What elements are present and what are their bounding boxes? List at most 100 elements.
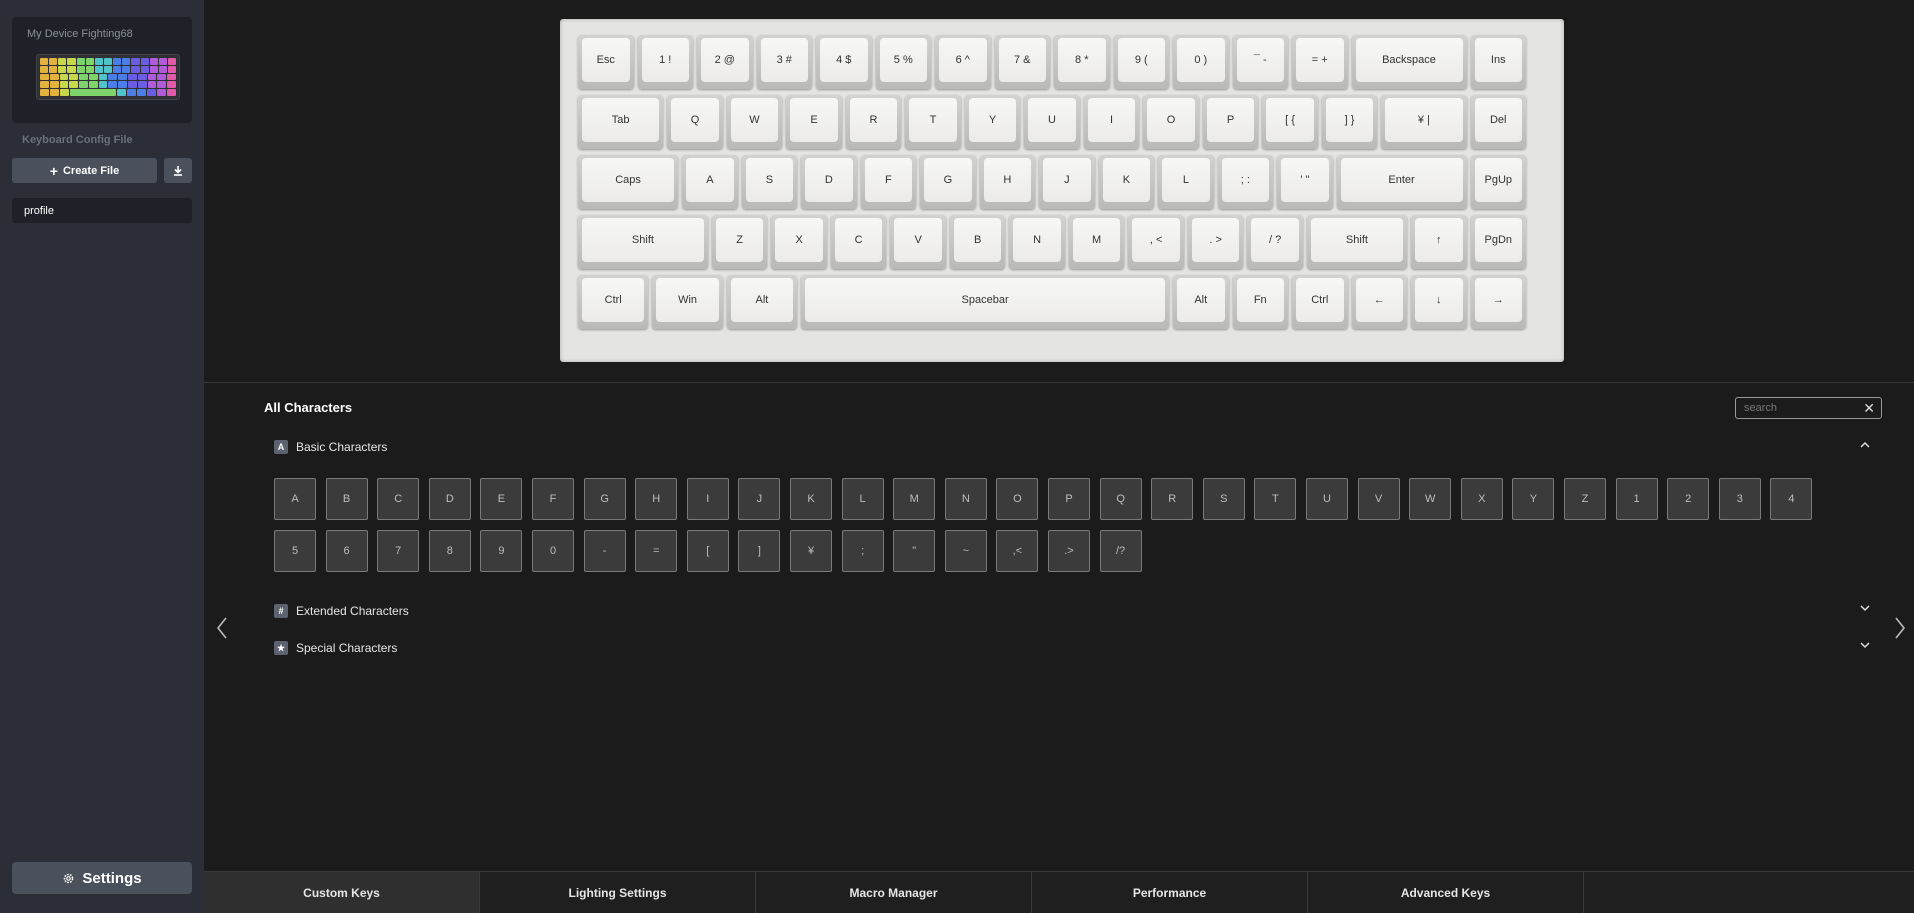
key[interactable]: Z [711, 215, 768, 269]
character-button[interactable]: Z [1564, 478, 1606, 520]
key[interactable]: N [1009, 215, 1065, 269]
character-button[interactable]: A [274, 478, 316, 520]
key[interactable]: U [1024, 95, 1080, 149]
character-button[interactable]: [ [686, 530, 729, 572]
key[interactable]: Win [652, 275, 723, 329]
character-button[interactable]: 3 [1718, 478, 1761, 520]
settings-button[interactable]: Settings [12, 862, 192, 894]
key[interactable]: Enter [1336, 155, 1467, 209]
key[interactable]: / ? [1247, 215, 1303, 269]
key[interactable]: Fn [1232, 275, 1288, 329]
character-button[interactable]: Q [1099, 478, 1142, 520]
key[interactable]: W [726, 95, 783, 149]
key[interactable]: 1 ! [637, 35, 693, 89]
previous-arrow-icon[interactable] [214, 615, 230, 641]
key[interactable]: PgUp [1470, 155, 1526, 209]
character-button[interactable]: V [1357, 478, 1400, 520]
key[interactable]: Alt [726, 275, 798, 329]
character-button[interactable]: Y [1512, 478, 1555, 520]
character-button[interactable]: P [1048, 478, 1090, 520]
key[interactable]: , < [1128, 215, 1184, 269]
key[interactable]: PgDn [1470, 215, 1526, 269]
key[interactable]: Shift [1306, 215, 1407, 269]
chevron-down-icon[interactable] [1858, 601, 1872, 615]
profile-item[interactable]: profile [12, 198, 192, 223]
key[interactable]: Q [667, 95, 723, 149]
key[interactable]: Backspace [1351, 35, 1467, 89]
key[interactable]: [ { [1262, 95, 1318, 149]
character-button[interactable]: ~ [944, 530, 987, 572]
key[interactable]: Tab [578, 95, 664, 149]
chevron-up-icon[interactable] [1858, 438, 1872, 452]
character-button[interactable]: J [738, 478, 781, 520]
character-button[interactable]: 2 [1667, 478, 1710, 520]
key[interactable]: H [979, 155, 1036, 209]
character-button[interactable]: W [1409, 478, 1452, 520]
key[interactable]: ; : [1217, 155, 1274, 209]
create-file-button[interactable]: + Create File [12, 158, 157, 183]
character-button[interactable]: 1 [1615, 478, 1658, 520]
character-button[interactable]: " [893, 530, 936, 572]
key[interactable]: R [845, 95, 902, 149]
key[interactable]: ¯ - [1232, 35, 1288, 89]
key[interactable]: M [1068, 215, 1125, 269]
character-button[interactable]: F [532, 478, 574, 520]
key[interactable]: 7 & [994, 35, 1050, 89]
character-button[interactable]: = [635, 530, 678, 572]
key[interactable]: B [949, 215, 1006, 269]
character-button[interactable]: M [893, 478, 936, 520]
next-arrow-icon[interactable] [1892, 615, 1908, 641]
character-button[interactable]: T [1254, 478, 1297, 520]
character-button[interactable]: X [1460, 478, 1503, 520]
key[interactable]: X [771, 215, 827, 269]
key[interactable]: Y [964, 95, 1021, 149]
key[interactable]: ↓ [1411, 275, 1467, 329]
character-button[interactable]: ; [841, 530, 884, 572]
search-input[interactable] [1744, 400, 1854, 416]
key[interactable]: A [682, 155, 738, 209]
character-button[interactable]: S [1202, 478, 1245, 520]
key[interactable]: = + [1292, 35, 1348, 89]
character-button[interactable]: 0 [532, 530, 574, 572]
key[interactable]: 2 @ [697, 35, 753, 89]
character-button[interactable]: 7 [377, 530, 420, 572]
special-characters-header[interactable]: ★ Special Characters [274, 638, 397, 658]
character-button[interactable]: .> [1048, 530, 1090, 572]
key[interactable]: Caps [578, 155, 679, 209]
character-button[interactable]: E [480, 478, 523, 520]
character-button[interactable]: C [377, 478, 420, 520]
key[interactable]: Spacebar [801, 275, 1169, 329]
key[interactable]: K [1098, 155, 1155, 209]
character-button[interactable]: B [325, 478, 368, 520]
character-button[interactable]: N [944, 478, 987, 520]
device-card[interactable]: My Device Fighting68 [12, 17, 192, 123]
key[interactable]: . > [1187, 215, 1244, 269]
tab-performance[interactable]: Performance [1032, 872, 1308, 913]
extended-characters-header[interactable]: # Extended Characters [274, 601, 409, 621]
key[interactable]: I [1083, 95, 1140, 149]
character-button[interactable]: 5 [274, 530, 316, 572]
tab-custom-keys[interactable]: Custom Keys [204, 872, 480, 913]
key[interactable]: 8 * [1054, 35, 1110, 89]
character-button[interactable]: ,< [996, 530, 1039, 572]
key[interactable]: 4 $ [816, 35, 872, 89]
key[interactable]: C [830, 215, 887, 269]
character-button[interactable]: /? [1099, 530, 1142, 572]
tab-lighting-settings[interactable]: Lighting Settings [480, 872, 756, 913]
key[interactable]: Alt [1173, 275, 1229, 329]
key[interactable]: S [741, 155, 798, 209]
key[interactable]: O [1143, 95, 1199, 149]
character-button[interactable]: ] [738, 530, 781, 572]
character-button[interactable]: - [583, 530, 626, 572]
key[interactable]: E [786, 95, 842, 149]
download-button[interactable] [164, 158, 192, 183]
key[interactable]: 9 ( [1113, 35, 1169, 89]
character-button[interactable]: O [996, 478, 1039, 520]
key[interactable]: J [1039, 155, 1095, 209]
tab-macro-manager[interactable]: Macro Manager [756, 872, 1032, 913]
key[interactable]: Shift [578, 215, 708, 269]
basic-characters-header[interactable]: A Basic Characters [274, 437, 387, 457]
key[interactable]: 6 ^ [935, 35, 991, 89]
character-button[interactable]: 9 [480, 530, 523, 572]
character-button[interactable]: K [790, 478, 832, 520]
